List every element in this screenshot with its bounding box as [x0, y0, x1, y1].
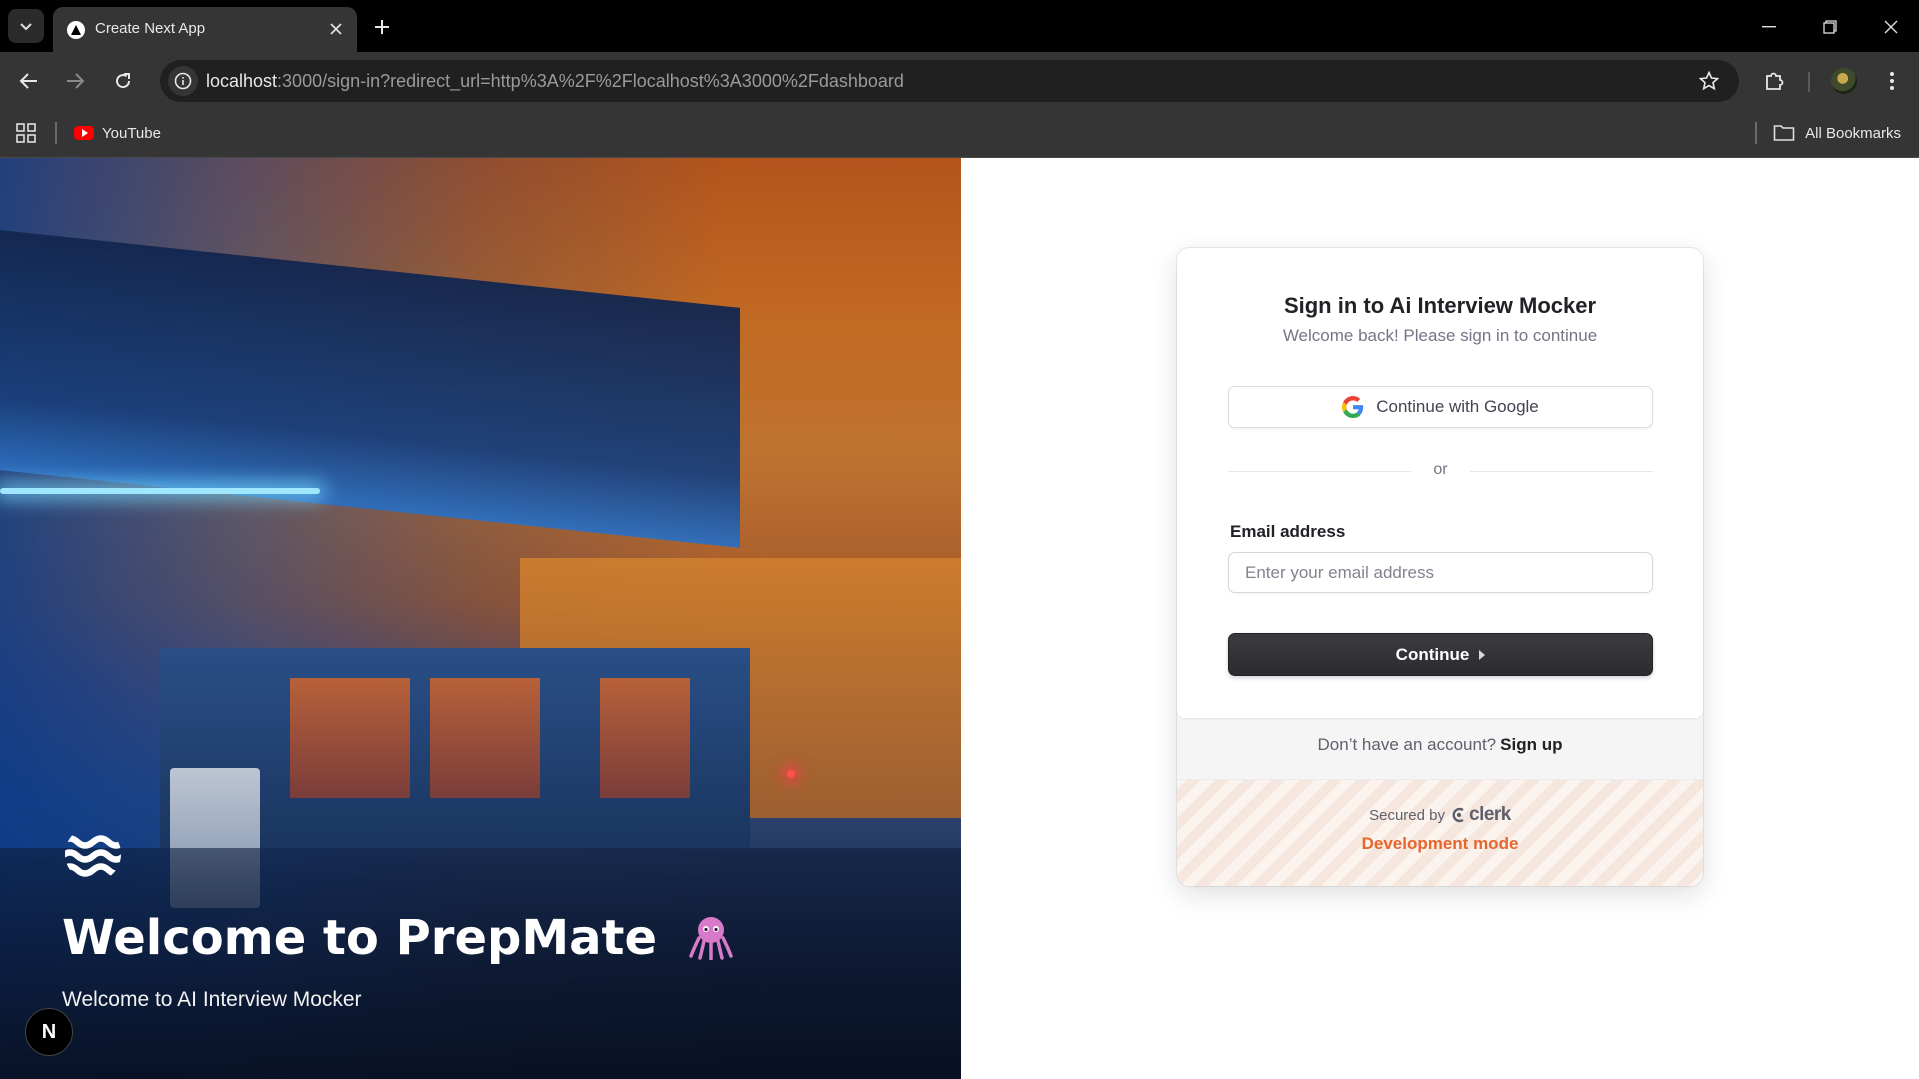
- bookmark-separator: [1755, 122, 1757, 144]
- profile-avatar[interactable]: [1828, 65, 1860, 97]
- bookmark-youtube-label: YouTube: [102, 124, 161, 142]
- avatar: [1831, 68, 1857, 94]
- no-account-text: Don’t have an account?: [1317, 735, 1497, 754]
- apps-grid-icon[interactable]: [14, 121, 38, 145]
- toolbar-separator: [1808, 72, 1810, 92]
- hero-red-light: [787, 770, 795, 778]
- extensions-puzzle-icon[interactable]: [1758, 65, 1790, 97]
- close-window-icon[interactable]: [1876, 12, 1906, 42]
- continue-with-google-button[interactable]: Continue with Google: [1228, 386, 1653, 428]
- browser-tab[interactable]: Create Next App: [53, 7, 357, 52]
- secured-by-text: Secured by: [1369, 806, 1445, 824]
- address-bar[interactable]: localhost:3000/sign-in?redirect_url=http…: [160, 60, 1739, 102]
- continue-button[interactable]: Continue: [1228, 633, 1653, 676]
- chevron-down-icon: [20, 23, 32, 31]
- caret-right-icon: [1479, 649, 1486, 660]
- email-field[interactable]: [1228, 552, 1653, 593]
- hero-title-text: Welcome to PrepMate: [62, 910, 658, 966]
- divider-text: or: [1433, 461, 1448, 478]
- development-mode-label: Development mode: [1361, 834, 1519, 853]
- new-tab-plus-icon[interactable]: [368, 13, 396, 41]
- hero-panel: Welcome to PrepMate Welcome to AI Interv…: [0, 158, 961, 1079]
- divider-line-right: [1470, 471, 1653, 472]
- menu-kebab-icon[interactable]: [1876, 65, 1908, 97]
- clerk-logo[interactable]: clerk: [1451, 804, 1511, 826]
- restore-icon[interactable]: [1815, 12, 1845, 42]
- google-button-label: Continue with Google: [1376, 397, 1539, 416]
- back-arrow-icon[interactable]: [13, 65, 45, 97]
- forward-arrow-icon[interactable]: [59, 65, 91, 97]
- hero-window-shape: [600, 678, 690, 798]
- all-bookmarks-label: All Bookmarks: [1805, 124, 1901, 142]
- reload-icon[interactable]: [107, 65, 139, 97]
- secured-by-clerk: Secured by clerk: [1177, 804, 1703, 826]
- bookmark-star-icon[interactable]: [1697, 69, 1721, 93]
- browser-tab-strip: Create Next App: [0, 0, 1919, 52]
- all-bookmarks-button[interactable]: All Bookmarks: [1773, 120, 1901, 146]
- or-divider: or: [1228, 461, 1653, 481]
- nextjs-dev-badge[interactable]: N: [25, 1008, 73, 1056]
- continue-button-label: Continue: [1395, 644, 1470, 664]
- hero-subtitle: Welcome to AI Interview Mocker: [62, 988, 362, 1011]
- signin-title: Sign in to Ai Interview Mocker: [1283, 293, 1597, 318]
- signin-card: Sign in to Ai Interview Mocker Welcome b…: [1177, 248, 1703, 886]
- site-info-icon[interactable]: [168, 66, 198, 96]
- hero-light-strip: [0, 488, 320, 494]
- tab-close-icon[interactable]: [325, 18, 347, 40]
- sign-up-link[interactable]: Sign up: [1500, 735, 1562, 754]
- tab-title: Create Next App: [95, 20, 206, 37]
- url-path: :3000/sign-in?redirect_url=http%3A%2F%2F…: [277, 71, 904, 91]
- hero-title: Welcome to PrepMate: [62, 910, 734, 966]
- folder-icon: [1773, 125, 1795, 141]
- tab-search-button[interactable]: [8, 9, 44, 43]
- clerk-word-text: clerk: [1469, 804, 1511, 825]
- url-text: localhost:3000/sign-in?redirect_url=http…: [206, 71, 904, 92]
- bookmark-youtube[interactable]: YouTube: [74, 120, 161, 146]
- signin-card-main: Sign in to Ai Interview Mocker Welcome b…: [1177, 248, 1703, 718]
- dev-mode-footer: Secured by clerk Development mode: [1177, 779, 1703, 886]
- waves-logo-icon: [65, 835, 121, 877]
- url-host: localhost: [206, 71, 278, 91]
- nextjs-triangle-icon: [67, 21, 85, 39]
- page-content: Welcome to PrepMate Welcome to AI Interv…: [0, 158, 1919, 1079]
- email-label: Email address: [1230, 522, 1346, 541]
- clerk-icon: [1452, 807, 1464, 823]
- hero-canopy-shape: [0, 228, 740, 548]
- minimize-icon[interactable]: [1754, 12, 1784, 42]
- bookmarks-bar: YouTube All Bookmarks: [0, 108, 1919, 158]
- hero-window-shape: [290, 678, 410, 798]
- octopus-icon: [688, 917, 733, 960]
- bookmark-separator: [55, 122, 57, 144]
- signup-prompt: Don’t have an account? Sign up: [1177, 735, 1703, 755]
- youtube-icon: [74, 126, 94, 140]
- hero-window-shape: [430, 678, 540, 798]
- signin-subtitle: Welcome back! Please sign in to continue: [1282, 326, 1598, 345]
- google-icon: [1342, 396, 1364, 418]
- browser-toolbar: localhost:3000/sign-in?redirect_url=http…: [0, 52, 1919, 108]
